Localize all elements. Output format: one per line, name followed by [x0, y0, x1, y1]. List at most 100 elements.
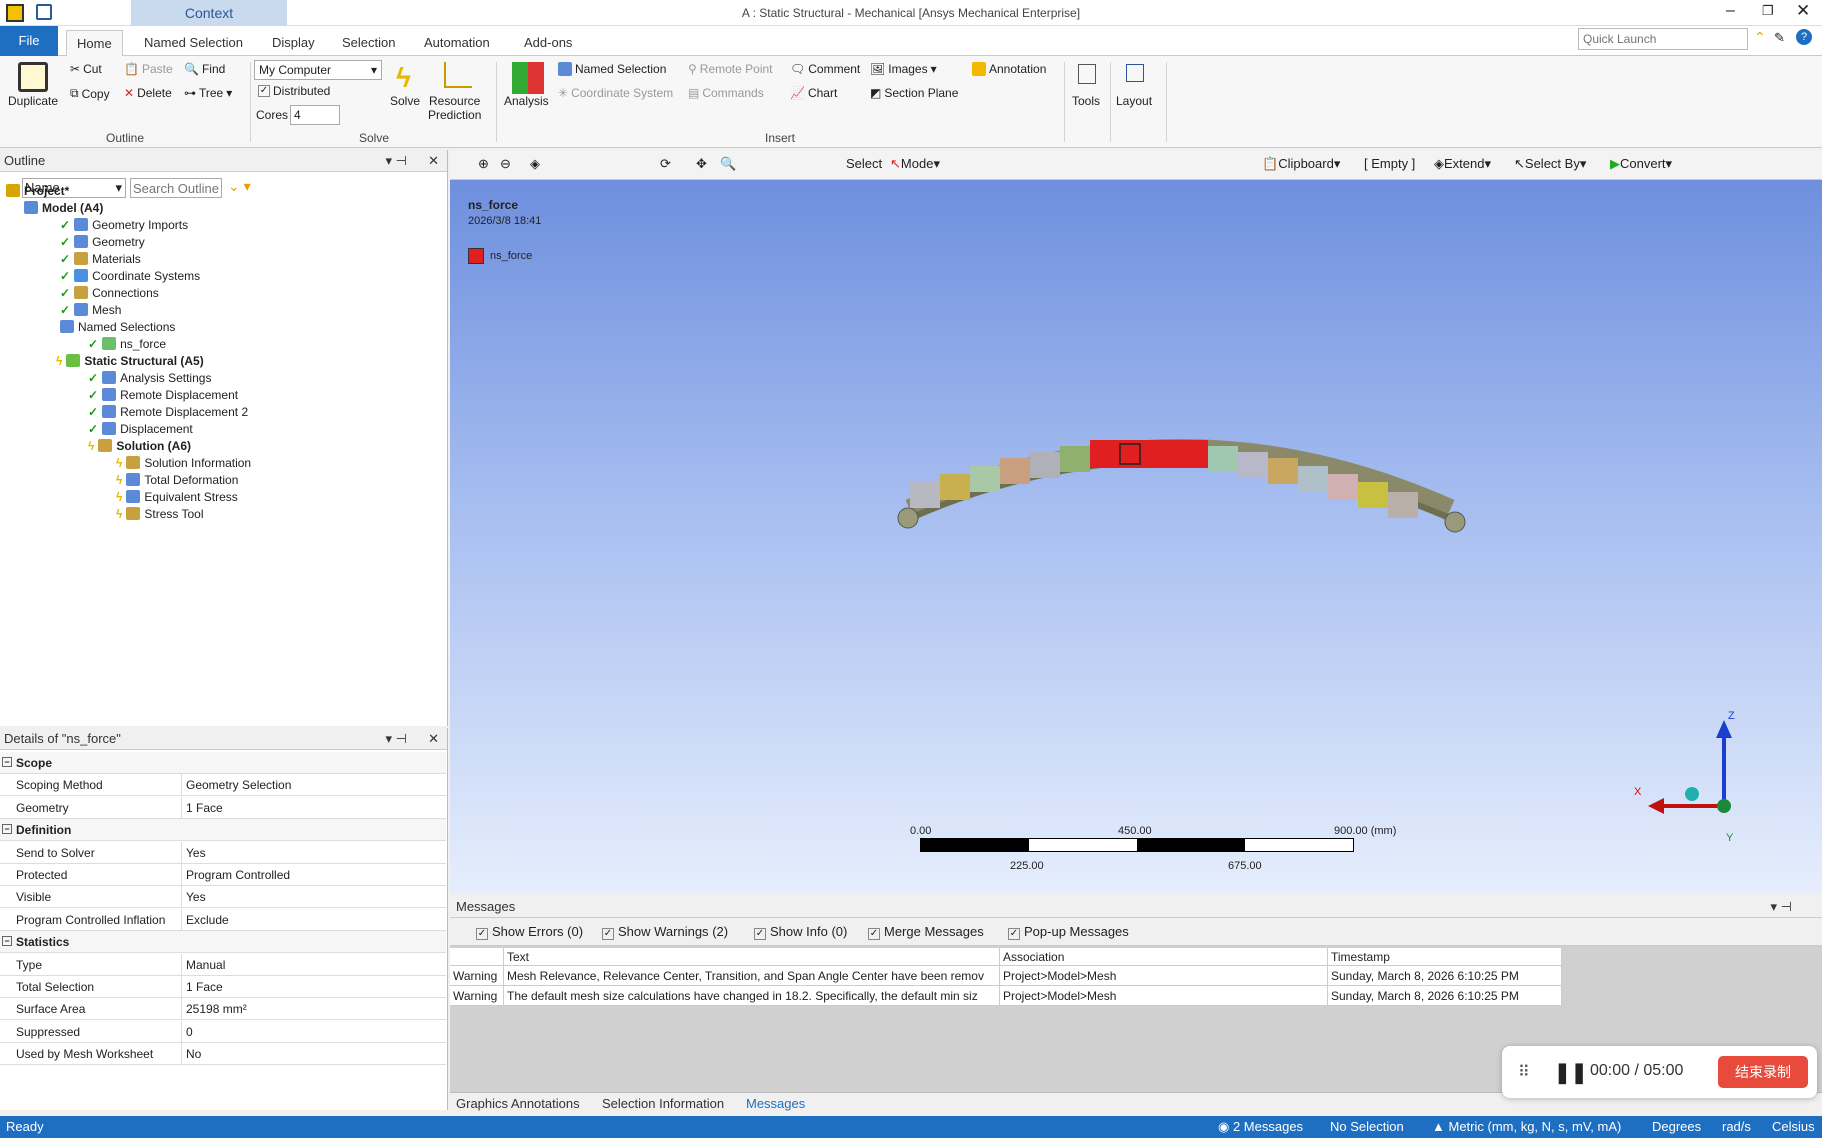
tab-selection-information[interactable]: Selection Information [602, 1096, 724, 1111]
select-by-button[interactable]: ↖Select By▾ [1514, 156, 1586, 172]
cut-button[interactable]: ✂ Cut [70, 62, 102, 76]
details-row[interactable]: Program Controlled Inflation Exclude [0, 908, 446, 931]
extend-button[interactable]: ◈Extend▾ [1434, 156, 1491, 172]
details-row[interactable]: Protected Program Controlled [0, 864, 446, 886]
annotation-button[interactable]: Annotation [972, 62, 1046, 76]
comment-button[interactable]: 🗨 Comment [790, 62, 860, 76]
quick-launch-input[interactable] [1578, 28, 1748, 50]
tree-item[interactable]: ✓ Geometry Imports [60, 216, 188, 233]
tree-item[interactable]: Project* [6, 182, 69, 199]
tree-item[interactable]: ϟ Solution Information [116, 454, 251, 471]
filter-options-icon[interactable]: ⌄ ▾ [228, 178, 251, 195]
pin-icon[interactable]: ▾ ⊣ [386, 150, 407, 172]
status-rate[interactable]: rad/s [1722, 1116, 1751, 1138]
select-label[interactable]: Select [846, 156, 882, 171]
status-angle[interactable]: Degrees [1652, 1116, 1701, 1138]
mode-button[interactable]: ↖Mode▾ [890, 156, 940, 172]
message-row[interactable]: Warning Mesh Relevance, Relevance Center,… [450, 966, 1562, 986]
tree-item[interactable]: Model (A4) [24, 199, 103, 216]
details-row[interactable]: − Definition [0, 819, 446, 842]
details-value[interactable]: 1 Face [186, 976, 223, 998]
details-row[interactable]: Total Selection 1 Face [0, 976, 446, 998]
status-messages[interactable]: ◉ 2 Messages [1218, 1116, 1303, 1138]
col-timestamp[interactable]: Timestamp [1328, 948, 1562, 968]
close-icon[interactable]: ✕ [428, 150, 439, 172]
outline-search-input[interactable] [130, 178, 222, 198]
coordinate-system-button[interactable]: ✳ Coordinate System [558, 86, 673, 100]
message-filter-checkbox[interactable]: ✓ Show Warnings (2) [602, 924, 728, 940]
details-value[interactable]: 0 [186, 1021, 193, 1043]
duplicate-button[interactable]: Duplicate [8, 94, 58, 108]
details-value[interactable]: Exclude [186, 909, 229, 931]
tab-file[interactable]: File [0, 26, 58, 56]
distributed-checkbox[interactable]: ✓ Distributed [258, 84, 330, 98]
message-filter-checkbox[interactable]: ✓ Pop-up Messages [1008, 924, 1129, 940]
tree-item[interactable]: ✓ Analysis Settings [88, 369, 211, 386]
stop-recording-button[interactable]: 结束录制 [1718, 1056, 1808, 1088]
col-text[interactable]: Text [504, 948, 1000, 968]
details-value[interactable]: 1 Face [186, 797, 223, 819]
tree-item[interactable]: ✓ Remote Displacement [88, 386, 238, 403]
tree-item[interactable]: ✓ ns_force [88, 335, 166, 352]
tab-messages[interactable]: Messages [746, 1096, 805, 1111]
tree-item[interactable]: ✓ Displacement [88, 420, 193, 437]
tree-item[interactable]: ϟ Total Deformation [116, 471, 238, 488]
details-row[interactable]: − Scope [0, 752, 446, 774]
remote-point-button[interactable]: ⚲ Remote Point [688, 62, 773, 76]
collapse-icon[interactable]: − [2, 757, 12, 767]
zoom-in-icon[interactable]: ⊕ [478, 156, 489, 172]
images-button[interactable]: 🖼 Images ▾ [870, 62, 937, 76]
details-row[interactable]: Suppressed 0 [0, 1020, 446, 1043]
details-row[interactable]: Visible Yes [0, 886, 446, 909]
status-units[interactable]: ▲ Metric (mm, kg, N, s, mV, mA) [1432, 1116, 1621, 1138]
close-icon[interactable]: ✕ [1796, 1, 1810, 21]
context-tab[interactable]: Context [131, 0, 287, 26]
tools-button[interactable]: Tools [1072, 94, 1100, 108]
details-row[interactable]: Used by Mesh Worksheet No [0, 1043, 446, 1066]
delete-button[interactable]: ✕ Delete [124, 86, 172, 100]
message-filter-checkbox[interactable]: ✓ Merge Messages [868, 924, 984, 940]
collapse-icon[interactable]: − [2, 824, 12, 835]
details-value[interactable]: Yes [186, 842, 206, 864]
tab-display[interactable]: Display [262, 30, 325, 56]
tab-graphics-annotations[interactable]: Graphics Annotations [456, 1096, 580, 1111]
tree-item[interactable]: ✓ Mesh [60, 301, 121, 318]
tree-item[interactable]: ϟ Stress Tool [116, 505, 204, 522]
pin-icon[interactable]: ▾ ⊣ [386, 728, 407, 750]
axis-triad[interactable] [1630, 710, 1750, 840]
tree-item[interactable]: Named Selections [60, 318, 175, 335]
graphics-viewport[interactable]: ns_force 2026/3/8 18:41 ns_force 0.00 45… [450, 180, 1822, 894]
message-row[interactable]: Warning The default mesh size calculation… [450, 986, 1562, 1006]
pan-icon[interactable]: ✥ [696, 156, 707, 172]
solve-button[interactable]: Solve [390, 94, 420, 108]
paste-button[interactable]: 📋 Paste [124, 62, 173, 76]
tab-add-ons[interactable]: Add-ons [514, 30, 582, 56]
tree-button[interactable]: ⊶ Tree ▾ [184, 86, 232, 100]
details-value[interactable]: 25198 mm² [186, 998, 247, 1020]
tree-item[interactable]: ϟ Solution (A6) [88, 437, 191, 454]
tree-item[interactable]: ✓ Connections [60, 284, 159, 301]
help-icon[interactable]: ? [1796, 29, 1812, 45]
message-filter-checkbox[interactable]: ✓ Show Errors (0) [476, 924, 583, 940]
drag-handle-icon[interactable]: ⠿ [1518, 1062, 1530, 1082]
details-row[interactable]: Surface Area 25198 mm² [0, 998, 446, 1021]
tree-item[interactable]: ϟ Equivalent Stress [116, 488, 238, 505]
iso-view-icon[interactable]: ◈ [530, 156, 540, 172]
restore-icon[interactable]: ❐ [1762, 3, 1774, 19]
save-icon[interactable] [36, 4, 52, 20]
zoom-out-icon[interactable]: ⊖ [500, 156, 511, 172]
details-value[interactable]: Yes [186, 886, 206, 908]
resource-prediction-button[interactable]: Resource Prediction [428, 94, 481, 122]
convert-button[interactable]: ▶Convert▾ [1610, 156, 1672, 172]
find-button[interactable]: 🔍 Find [184, 62, 225, 76]
details-value[interactable]: No [186, 1043, 201, 1065]
tree-item[interactable]: ϟ Static Structural (A5) [56, 352, 204, 369]
tab-selection[interactable]: Selection [332, 30, 405, 56]
leaf-spring-model[interactable] [890, 400, 1470, 550]
clipboard-button[interactable]: 📋Clipboard▾ [1262, 156, 1340, 172]
details-row[interactable]: − Statistics [0, 931, 446, 954]
feedback-icon[interactable]: ✎ [1774, 30, 1785, 46]
rotate-icon[interactable]: ⟳ [660, 156, 671, 172]
details-row[interactable]: Geometry 1 Face [0, 796, 446, 819]
cores-input[interactable]: 4 [290, 105, 340, 125]
